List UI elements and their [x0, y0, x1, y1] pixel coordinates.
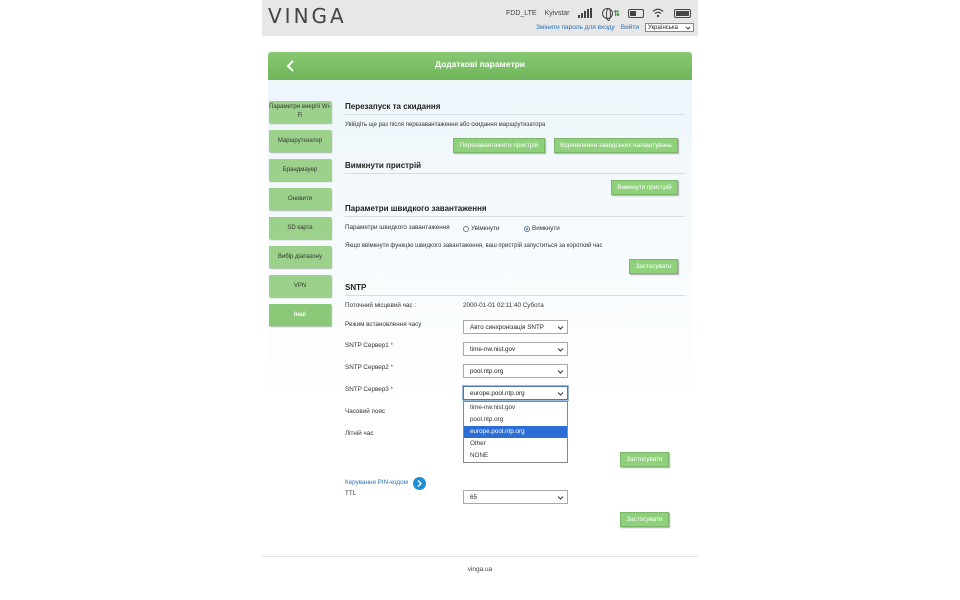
sidebar-menu: Параметри енергії Wi-Fi Маршрутизатор Бр…	[269, 101, 331, 333]
time-mode-label: Режим встановлення часу	[345, 321, 422, 328]
ttl-apply-button[interactable]: Застосувати	[620, 512, 669, 527]
fastboot-label: Параметри швидкого завантаження	[345, 224, 450, 231]
shutdown-section-title: Вимкнути пристрій	[345, 161, 685, 174]
restart-description: Увійдіть ще раз після перезавантаження а…	[345, 122, 546, 128]
sntp-server1-label: SNTP Сервер1 *	[345, 342, 393, 349]
dropdown-option-selected[interactable]: europe.pool.ntp.org	[464, 426, 567, 438]
dropdown-option[interactable]: NONE	[464, 450, 567, 462]
fastboot-section: Параметри швидкого завантаження	[345, 204, 685, 217]
network-mode: FDD_LTE	[506, 9, 537, 17]
router-admin-page: VINGA FDD_LTE Kyivstar ⇅ Змінити пароль …	[0, 0, 960, 600]
sidebar-item-other[interactable]: Інші	[269, 304, 331, 326]
ttl-value: 65	[470, 493, 478, 501]
logout-link[interactable]: Вийти	[621, 24, 639, 31]
required-mark: *	[390, 364, 393, 371]
sntp-section-title: SNTP	[345, 283, 685, 296]
sidebar-item-router[interactable]: Маршрутизатор	[269, 130, 331, 152]
sntp-server1-value: time-nw.nist.gov	[470, 345, 516, 353]
sidebar-item-band-select[interactable]: Вибір діапазону	[269, 246, 331, 268]
chevron-down-icon	[685, 26, 691, 30]
battery-icon	[674, 8, 692, 18]
connection-toggle-icon[interactable]	[628, 8, 645, 18]
required-mark: *	[390, 342, 393, 349]
dst-label: Літній час	[345, 430, 374, 437]
restart-section: Перезапуск та скидання	[345, 102, 685, 115]
ttl-select[interactable]: 65	[463, 490, 568, 504]
footer-link[interactable]: vinga.ua	[262, 566, 698, 573]
pin-management-link[interactable]: Керування PIN-кодом	[345, 479, 408, 486]
radio-on-icon	[524, 225, 530, 232]
status-bar: FDD_LTE Kyivstar ⇅	[506, 7, 693, 21]
top-header: VINGA FDD_LTE Kyivstar ⇅ Змінити пароль …	[262, 0, 698, 36]
sntp-server2-label-text: SNTP Сервер2	[345, 364, 389, 371]
chevron-down-icon	[557, 348, 564, 352]
sidebar-item-firewall[interactable]: Брандмауер	[269, 159, 331, 181]
sntp-apply-button[interactable]: Застосувати	[620, 452, 669, 467]
page-title: Додаткові параметри	[434, 59, 526, 69]
sntp-server3-select[interactable]: europe.pool.ntp.org	[463, 386, 568, 400]
sntp-server1-label-text: SNTP Сервер1	[345, 342, 389, 349]
chevron-down-icon	[557, 370, 564, 374]
data-transfer-icon: ⇅	[613, 8, 621, 18]
change-password-link[interactable]: Змінити пароль для входу	[536, 24, 615, 31]
local-time-value: 2000-01-01 02:11:40 Субота	[463, 302, 544, 309]
sntp-server1-select[interactable]: time-nw.nist.gov	[463, 342, 568, 356]
globe-icon	[601, 7, 613, 21]
timezone-label: Часовий пояс	[345, 408, 386, 415]
sntp-server3-value: europe.pool.ntp.org	[470, 389, 525, 397]
sntp-server2-value: pool.ntp.org	[470, 367, 504, 375]
operator-name: Kyivstar	[544, 9, 570, 17]
fastboot-off-radio[interactable]: Вимкнути	[524, 225, 560, 232]
time-mode-value: Авто синхронізація SNTP	[470, 323, 544, 331]
sntp-server3-dropdown[interactable]: time-nw.nist.gov pool.ntp.org europe.poo…	[463, 401, 568, 463]
chevron-right-icon	[417, 480, 422, 487]
fastboot-apply-button[interactable]: Застосувати	[629, 259, 678, 274]
time-mode-select[interactable]: Авто синхронізація SNTP	[463, 320, 568, 334]
sntp-server3-label: SNTP Сервер3 *	[345, 386, 393, 393]
sntp-server2-label: SNTP Сервер2 *	[345, 364, 393, 371]
local-time-label: Поточний місцевий час :	[345, 302, 417, 309]
fastboot-note: Якщо ввімкнути функцію швидкого завантаж…	[345, 243, 603, 249]
sidebar-item-vpn[interactable]: VPN	[269, 275, 331, 297]
radio-off-icon	[463, 225, 469, 232]
sidebar-item-update[interactable]: Оновити	[269, 188, 331, 210]
chevron-down-icon	[557, 392, 564, 396]
shutdown-device-button[interactable]: Вимкнути пристрій	[611, 180, 678, 195]
language-selected: Українська	[647, 24, 679, 31]
fastboot-on-radio[interactable]: Увімкнути	[463, 225, 500, 232]
signal-strength-icon	[577, 8, 593, 18]
dropdown-option[interactable]: pool.ntp.org	[464, 414, 567, 426]
sntp-section: SNTP	[345, 283, 685, 296]
pin-expand-button[interactable]	[413, 477, 426, 490]
shutdown-section: Вимкнути пристрій	[345, 161, 685, 174]
fastboot-on-label: Увімкнути	[471, 225, 500, 232]
required-mark: *	[390, 386, 393, 393]
footer-divider	[262, 556, 698, 557]
vinga-logo: VINGA	[268, 4, 347, 28]
header-links: Змінити пароль для входу Вийти Українськ…	[536, 23, 694, 32]
page-title-bar: Додаткові параметри	[268, 52, 692, 80]
language-select[interactable]: Українська	[644, 23, 694, 32]
factory-reset-button[interactable]: Відновлення заводських налаштувань	[554, 138, 678, 153]
dropdown-option[interactable]: time-nw.nist.gov	[464, 402, 567, 414]
wifi-icon	[652, 8, 664, 18]
sntp-server2-select[interactable]: pool.ntp.org	[463, 364, 568, 378]
ttl-label: TTL	[345, 490, 357, 497]
sidebar-item-wifi-power[interactable]: Параметри енергії Wi-Fi	[269, 101, 331, 123]
chevron-down-icon	[557, 326, 564, 330]
sidebar-item-sd-card[interactable]: SD карта	[269, 217, 331, 239]
chevron-down-icon	[557, 496, 564, 500]
sntp-server3-label-text: SNTP Сервер3	[345, 386, 389, 393]
fastboot-off-label: Вимкнути	[532, 225, 560, 232]
restart-section-title: Перезапуск та скидання	[345, 102, 685, 115]
dropdown-option[interactable]: Other	[464, 438, 567, 450]
restart-device-button[interactable]: Перезавантажити пристрій	[453, 138, 545, 153]
fastboot-section-title: Параметри швидкого завантаження	[345, 204, 685, 217]
